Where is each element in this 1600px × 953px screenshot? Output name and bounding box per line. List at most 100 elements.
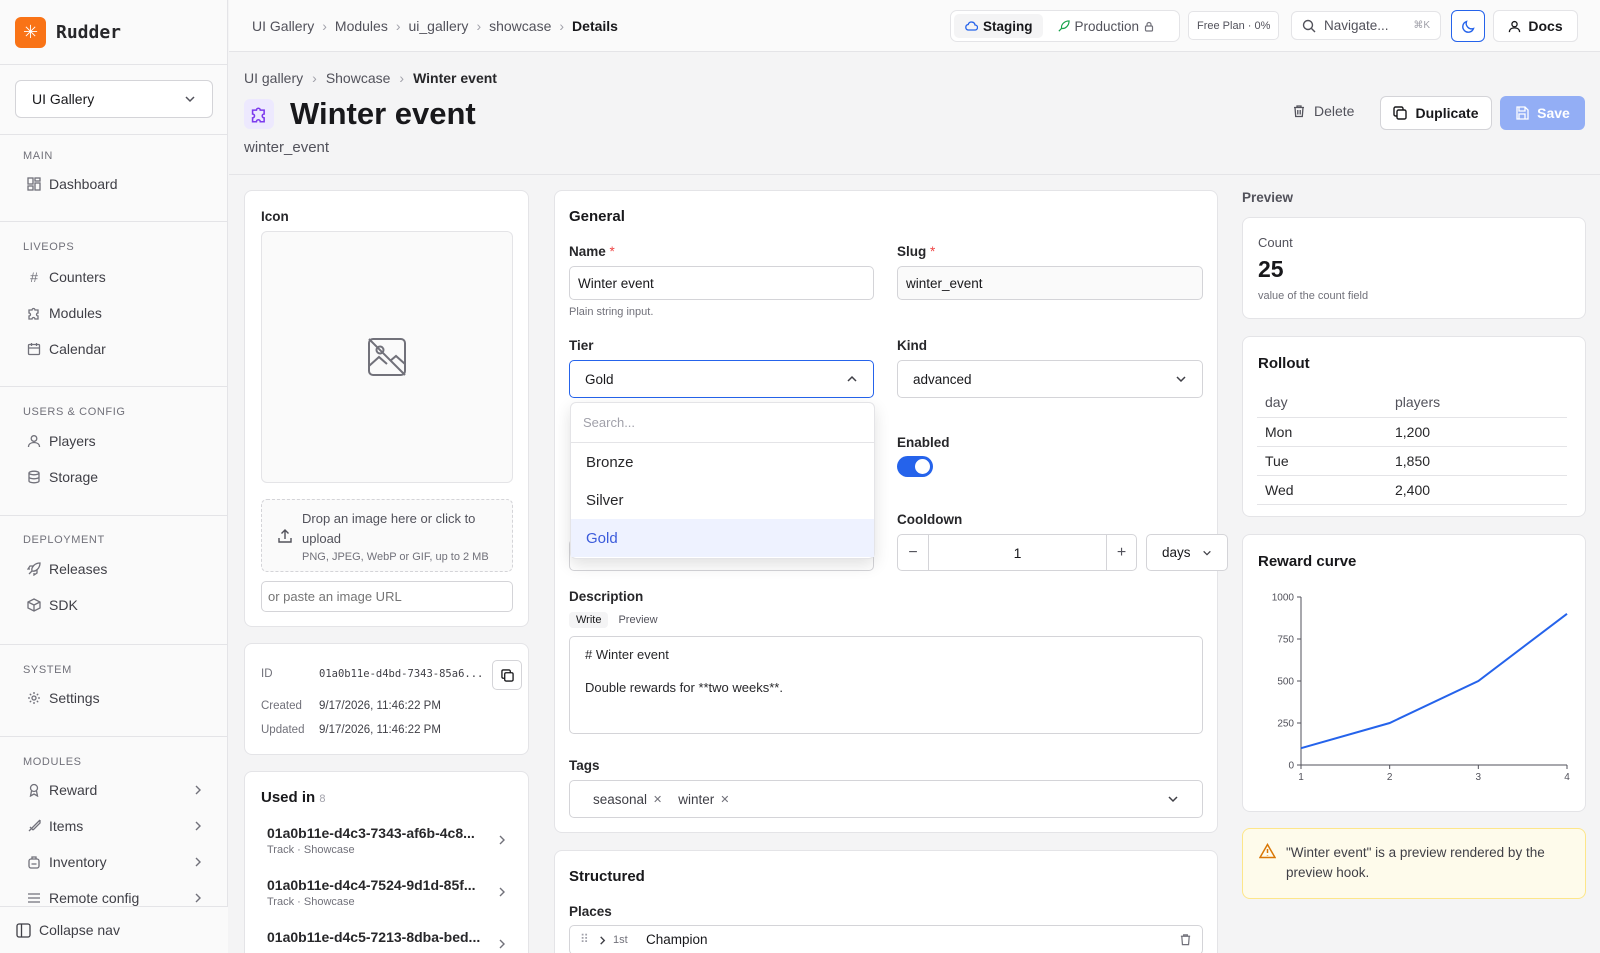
env-production-button[interactable]: Production — [1047, 14, 1165, 38]
used-in-card: Used in 8 — [244, 771, 529, 953]
sidebar-item-counters[interactable]: # Counters — [27, 269, 203, 285]
chevron-right-icon — [193, 785, 203, 795]
used-in-count: 8 — [319, 793, 326, 805]
sidebar-item-dashboard[interactable]: Dashboard — [27, 176, 203, 192]
section-title-users-config: USERS & CONFIG — [23, 406, 126, 418]
project-select[interactable]: UI Gallery — [15, 80, 213, 118]
docs-label: Docs — [1528, 18, 1563, 34]
used-in-item[interactable]: 01a0b11e-d4c5-7213-8dba-bed... — [267, 929, 507, 949]
slug-label-text: Slug — [897, 244, 927, 259]
id-label: ID — [261, 668, 273, 680]
plus-icon: + — [1116, 543, 1127, 561]
chevron-right-icon — [497, 939, 507, 949]
table-row: Mon 1,200 — [1257, 417, 1567, 447]
duplicate-button[interactable]: Duplicate — [1380, 96, 1492, 130]
tier-dropdown: Search... Bronze Silver Gold — [570, 402, 875, 559]
table-cell: 1,850 — [1387, 446, 1567, 476]
image-off-icon — [366, 336, 408, 378]
sidebar-item-reward[interactable]: Reward — [27, 782, 203, 798]
tab-write[interactable]: Write — [569, 612, 609, 628]
table-cell: 1,200 — [1387, 417, 1567, 447]
env-staging-button[interactable]: Staging — [954, 14, 1043, 38]
sidebar-item-modules[interactable]: Modules — [27, 305, 203, 321]
tier-option-selected[interactable]: Gold — [571, 519, 874, 557]
enabled-toggle[interactable] — [897, 456, 933, 477]
brand[interactable]: ✳ Rudder — [15, 17, 121, 48]
chevron-right-icon[interactable] — [598, 936, 607, 945]
page-title: Winter event — [290, 96, 476, 131]
collapse-nav-button[interactable]: Collapse nav — [0, 906, 228, 953]
used-in-item[interactable]: 01a0b11e-d4c4-7524-9d1d-85f... Track · S… — [267, 877, 507, 908]
name-input[interactable]: Winter event — [569, 266, 874, 300]
tier-option[interactable]: Bronze — [571, 443, 874, 481]
divider — [0, 515, 228, 516]
remove-tag-icon[interactable]: ✕ — [720, 793, 729, 806]
icon-label: Icon — [261, 209, 289, 224]
sidebar-item-settings[interactable]: Settings — [27, 690, 203, 706]
sidebar-item-releases[interactable]: Releases — [27, 561, 203, 577]
tier-select-value: Gold — [585, 371, 614, 387]
breadcrumb-separator: › — [476, 18, 482, 34]
sidebar-item-calendar[interactable]: Calendar — [27, 341, 203, 357]
tag-label: seasonal — [593, 791, 648, 807]
plan-badge[interactable]: Free Plan · 0% — [1188, 11, 1280, 40]
image-dropzone[interactable]: Drop an image here or click to upload PN… — [261, 499, 513, 572]
breadcrumb-link[interactable]: Showcase — [326, 70, 391, 86]
remove-tag-icon[interactable]: ✕ — [653, 793, 662, 806]
user-icon — [27, 434, 41, 448]
trash-icon[interactable] — [1179, 933, 1192, 946]
sidebar-item-label: Settings — [49, 690, 100, 706]
delete-button[interactable]: Delete — [1292, 103, 1354, 119]
count-value: 25 — [1258, 256, 1284, 282]
tab-preview[interactable]: Preview — [614, 612, 661, 628]
cooldown-unit-value: days — [1162, 545, 1191, 560]
theme-toggle-button[interactable] — [1451, 10, 1485, 42]
tier-label: Tier — [569, 338, 594, 353]
sidebar-item-label: Calendar — [49, 341, 106, 357]
copy-id-button[interactable] — [492, 660, 522, 690]
increment-button[interactable]: + — [1106, 535, 1136, 570]
breadcrumb-link[interactable]: UI gallery — [244, 70, 303, 86]
cooldown-value[interactable]: 1 — [929, 535, 1106, 570]
save-button[interactable]: Save — [1500, 96, 1585, 130]
used-in-item-sub: Track · Showcase — [267, 844, 355, 856]
used-in-item[interactable]: 01a0b11e-d4c3-7343-af6b-4c8... Track · S… — [267, 825, 507, 856]
kind-select[interactable]: advanced — [897, 360, 1203, 398]
places-label: Places — [569, 904, 612, 919]
x-tick-label: 3 — [1476, 772, 1482, 783]
count-help: value of the count field — [1258, 290, 1369, 302]
navigate-label: Navigate... — [1324, 18, 1389, 33]
tier-option[interactable]: Silver — [571, 481, 874, 519]
sidebar-item-label: SDK — [49, 597, 78, 613]
tier-search-input[interactable]: Search... — [571, 403, 874, 443]
breadcrumb-link[interactable]: Modules — [335, 18, 388, 34]
cloud-icon — [964, 20, 978, 32]
cooldown-unit-select[interactable]: days — [1146, 534, 1228, 571]
sidebar-item-remote-config[interactable]: Remote config — [27, 890, 203, 906]
slug-input[interactable]: winter_event — [897, 266, 1203, 300]
award-icon — [27, 783, 41, 797]
sidebar-item-sdk[interactable]: SDK — [27, 597, 203, 613]
breadcrumb-link[interactable]: UI Gallery — [252, 18, 314, 34]
docs-button[interactable]: Docs — [1493, 10, 1578, 42]
breadcrumb-link[interactable]: ui_gallery — [409, 18, 469, 34]
sidebar-item-storage[interactable]: Storage — [27, 469, 203, 485]
used-in-item-sub: Track · Showcase — [267, 896, 355, 908]
sidebar-item-items[interactable]: Items — [27, 818, 203, 834]
y-tick-label: 500 — [1277, 677, 1294, 688]
decrement-button[interactable]: − — [898, 535, 929, 570]
breadcrumb-link[interactable]: showcase — [489, 18, 551, 34]
duplicate-label: Duplicate — [1415, 105, 1479, 121]
drag-handle-icon[interactable]: ⠿ — [580, 932, 589, 946]
description-textarea[interactable]: # Winter event Double rewards for **two … — [569, 636, 1203, 734]
navigate-search-button[interactable]: Navigate... ⌘K — [1291, 11, 1441, 40]
sidebar-item-label: Storage — [49, 469, 99, 485]
shortcut-hint: ⌘K — [1413, 20, 1430, 31]
sidebar-item-label: Players — [49, 433, 96, 449]
used-in-item-id: 01a0b11e-d4c5-7213-8dba-bed... — [267, 929, 481, 945]
sidebar-item-players[interactable]: Players — [27, 433, 203, 449]
image-url-input[interactable] — [261, 581, 513, 612]
tier-select[interactable]: Gold — [569, 360, 874, 398]
tags-input[interactable]: seasonal ✕ winter ✕ — [569, 780, 1203, 818]
sidebar-item-inventory[interactable]: Inventory — [27, 854, 203, 870]
